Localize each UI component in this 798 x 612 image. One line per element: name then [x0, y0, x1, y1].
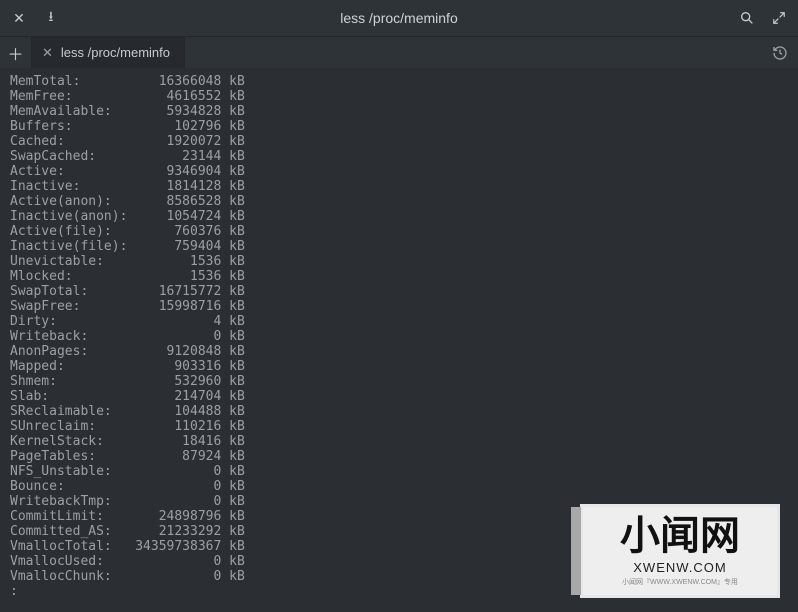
tab-close-icon[interactable]: ✕: [42, 45, 53, 61]
watermark-en: XWENW.COM: [633, 560, 727, 575]
window-title: less /proc/meminfo: [62, 10, 736, 26]
watermark-tiny: 小闻网『WWW.XWENW.COM』专用: [622, 577, 738, 587]
search-icon[interactable]: [736, 7, 758, 29]
window-titlebar: ✕ ⭳ less /proc/meminfo: [0, 0, 798, 36]
watermark-cn: 小闻网: [620, 516, 740, 556]
close-icon[interactable]: ✕: [8, 7, 30, 29]
watermark: 小闻网 XWENW.COM 小闻网『WWW.XWENW.COM』专用: [580, 504, 780, 598]
tab-bar: ＋ ✕ less /proc/meminfo: [0, 36, 798, 68]
expand-icon[interactable]: [768, 7, 790, 29]
tab-label: less /proc/meminfo: [61, 45, 170, 60]
history-icon[interactable]: [762, 37, 798, 68]
download-icon[interactable]: ⭳: [40, 7, 62, 29]
tab-active[interactable]: ✕ less /proc/meminfo: [32, 37, 185, 68]
new-tab-button[interactable]: ＋: [0, 37, 32, 68]
